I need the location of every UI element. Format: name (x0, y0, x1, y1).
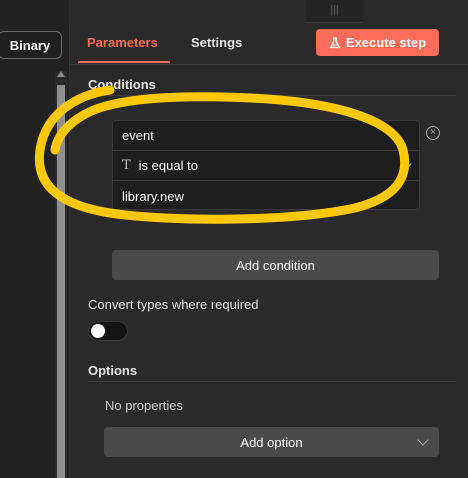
condition-operator-select[interactable]: T is equal to (113, 151, 419, 181)
binary-tab[interactable]: Binary (0, 31, 62, 59)
execute-step-label: Execute step (345, 35, 427, 50)
flask-icon (329, 36, 341, 48)
execute-step-button[interactable]: Execute step (316, 29, 439, 56)
condition-left-value: event (122, 128, 154, 143)
active-tab-indicator (78, 61, 170, 63)
scrollbar[interactable] (55, 71, 67, 478)
remove-condition-icon[interactable]: × (426, 126, 440, 140)
convert-types-toggle[interactable] (88, 321, 128, 341)
chevron-down-icon (400, 158, 412, 170)
node-settings-panel: Binary ||| Parameters Settings Execute s… (0, 0, 468, 478)
condition-right-value: library.new (122, 188, 184, 204)
add-condition-label: Add condition (236, 257, 315, 273)
condition-left-value-input[interactable]: event (113, 121, 419, 151)
drag-handle[interactable]: ||| (306, 0, 363, 23)
options-title: Options (88, 363, 138, 378)
condition-group: event T is equal to library.new (112, 120, 420, 210)
convert-types-label: Convert types where required (88, 297, 259, 312)
add-condition-button[interactable]: Add condition (112, 250, 439, 280)
string-type-icon: T (122, 158, 131, 173)
tab-bar: Parameters Settings Execute step (69, 24, 468, 65)
toggle-knob (91, 324, 105, 338)
scroll-thumb[interactable] (57, 85, 65, 478)
condition-right-value-input[interactable]: library.new (113, 181, 419, 211)
chevron-down-icon (417, 434, 429, 446)
tab-settings[interactable]: Settings (191, 35, 242, 50)
divider (88, 381, 456, 382)
divider (88, 95, 456, 96)
no-properties-text: No properties (105, 398, 184, 413)
add-option-label: Add option (240, 434, 303, 450)
condition-operator: is equal to (138, 158, 198, 173)
scroll-up-arrow-icon[interactable] (57, 71, 65, 77)
highlight-annotation (34, 85, 410, 224)
add-option-button[interactable]: Add option (104, 427, 439, 457)
conditions-title: Conditions (88, 77, 156, 92)
tab-parameters[interactable]: Parameters (87, 35, 158, 50)
top-bar: ||| (69, 0, 468, 24)
